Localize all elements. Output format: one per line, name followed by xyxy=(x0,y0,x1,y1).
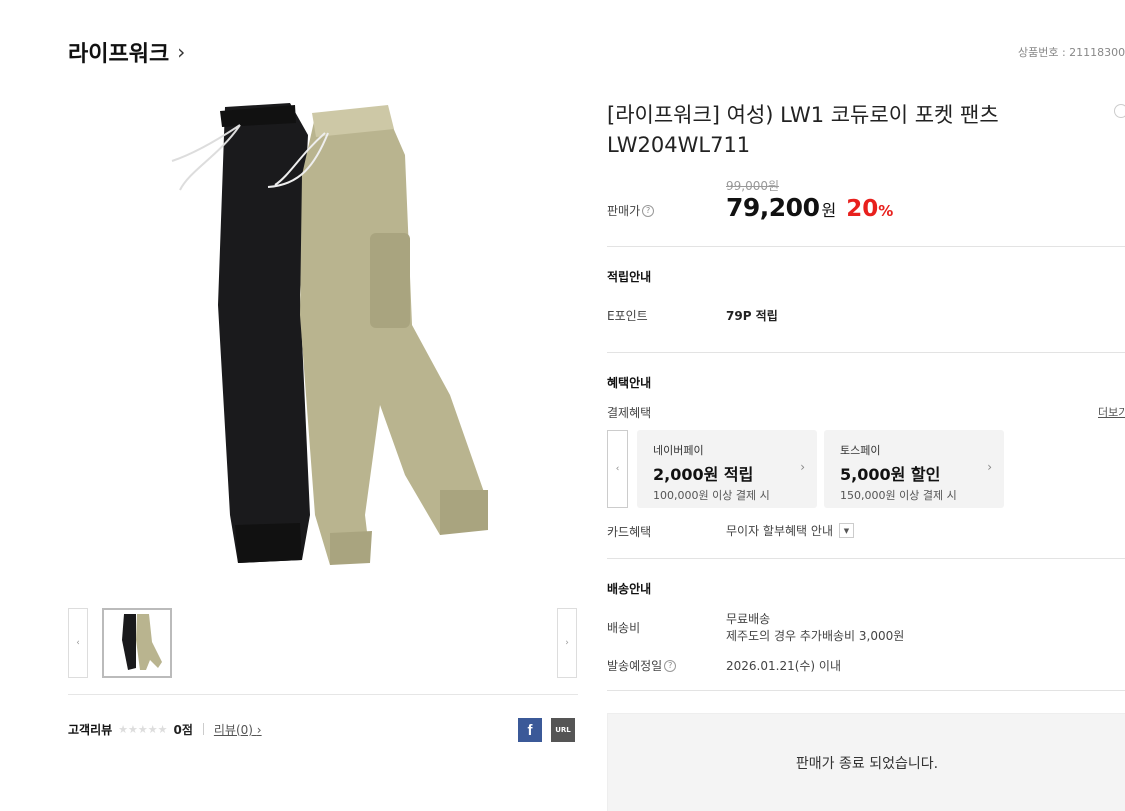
divider xyxy=(68,694,578,695)
chevron-left-icon: ‹ xyxy=(615,464,620,474)
payment-card-tosspay[interactable]: 토스페이 5,000원 할인 150,000원 이상 결제 시 › xyxy=(824,430,1004,508)
question-icon[interactable]: ? xyxy=(642,204,655,217)
discount-unit: % xyxy=(878,202,894,220)
thumb-prev-button[interactable]: ‹ xyxy=(68,608,88,678)
product-thumbnail[interactable] xyxy=(102,608,172,678)
chevron-right-icon: › xyxy=(177,40,186,64)
price-label: 판매가 xyxy=(607,204,641,218)
more-benefits-link[interactable]: 더보기 xyxy=(1098,404,1125,420)
star-rating-icon: ★★★★★ xyxy=(118,722,168,736)
facebook-icon: f xyxy=(527,721,533,739)
price-value: 79,200 xyxy=(726,193,820,222)
payment-name: 네이버페이 xyxy=(653,444,704,457)
chevron-right-icon: › xyxy=(800,460,805,474)
installment-dropdown[interactable]: 무이자 할부혜택 안내 ▼ xyxy=(726,522,854,539)
divider xyxy=(607,690,1125,691)
thumb-next-button[interactable]: › xyxy=(557,608,577,678)
brand-link[interactable]: 라이프워크 › xyxy=(68,36,185,68)
price-label-group: 판매가 ? xyxy=(607,202,655,219)
payment-name: 토스페이 xyxy=(840,444,881,457)
ship-date-label-group: 발송예정일 ? xyxy=(607,657,677,674)
divider xyxy=(607,352,1125,353)
review-label: 고객리뷰 xyxy=(68,722,113,737)
chevron-left-icon: ‹ xyxy=(76,638,80,648)
heart-icon[interactable] xyxy=(1114,104,1125,118)
review-link[interactable]: 리뷰(0) › xyxy=(214,721,262,738)
url-copy-button[interactable]: URL xyxy=(551,718,575,742)
discount-rate: 20 xyxy=(846,196,879,222)
product-number: 상품번호 : 21118300 xyxy=(1018,46,1125,59)
url-icon: URL xyxy=(555,726,571,734)
product-main-image[interactable] xyxy=(150,95,510,585)
review-summary: 고객리뷰 ★★★★★ 0점 리뷰(0) › xyxy=(68,716,578,742)
shipping-fee-value: 무료배송 xyxy=(726,612,771,626)
review-link-label: 리뷰(0) xyxy=(213,722,253,737)
divider xyxy=(607,246,1125,247)
question-icon[interactable]: ? xyxy=(664,659,677,672)
shipping-fee-note: 제주도의 경우 추가배송비 3,000원 xyxy=(726,629,905,643)
payment-condition: 150,000원 이상 결제 시 xyxy=(840,489,957,502)
payment-prev-button[interactable]: ‹ xyxy=(607,430,628,508)
chevron-right-icon: › xyxy=(256,722,262,737)
sale-price: 79,200 원 20 % xyxy=(726,193,893,222)
shipping-fee-label: 배송비 xyxy=(607,621,641,635)
facebook-share-button[interactable]: f xyxy=(518,718,542,742)
price-unit: 원 xyxy=(821,201,837,220)
payment-benefit: 5,000원 할인 xyxy=(840,465,941,484)
original-price: 99,000원 xyxy=(726,179,780,193)
benefits-section-title: 혜택안내 xyxy=(607,376,652,390)
soldout-text: 판매가 종료 되었습니다. xyxy=(795,756,939,772)
review-score: 0점 xyxy=(173,722,193,737)
divider xyxy=(607,558,1125,559)
ship-date-label: 발송예정일 xyxy=(607,659,663,673)
card-benefit-label: 카드혜택 xyxy=(607,525,652,539)
payment-card-naverpay[interactable]: 네이버페이 2,000원 적립 100,000원 이상 결제 시 › xyxy=(637,430,817,508)
shipping-section-title: 배송안내 xyxy=(607,582,652,596)
separator xyxy=(202,723,204,735)
points-section-title: 적립안내 xyxy=(607,270,652,284)
installment-label: 무이자 할부혜택 안내 xyxy=(726,524,833,538)
product-title: [라이프워크] 여성) LW1 코듀로이 포켓 팬츠 LW204WL711 xyxy=(607,103,999,157)
brand-name: 라이프워크 xyxy=(68,42,170,67)
payment-benefit: 2,000원 적립 xyxy=(653,465,754,484)
points-label: E포인트 xyxy=(607,309,648,323)
chevron-right-icon: › xyxy=(565,638,569,648)
soldout-notice: 판매가 종료 되었습니다. xyxy=(607,713,1125,811)
payment-condition: 100,000원 이상 결제 시 xyxy=(653,489,770,502)
points-value: 79P 적립 xyxy=(726,309,778,323)
payment-benefit-label: 결제혜택 xyxy=(607,406,652,420)
dropdown-arrow-icon: ▼ xyxy=(839,523,854,538)
ship-date-value: 2026.01.21(수) 이내 xyxy=(726,659,842,673)
chevron-right-icon: › xyxy=(987,460,992,474)
